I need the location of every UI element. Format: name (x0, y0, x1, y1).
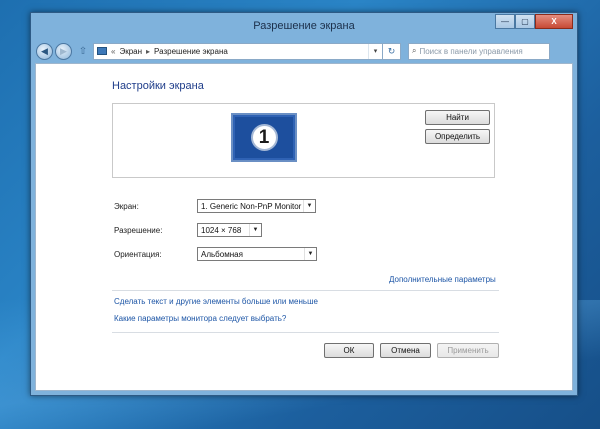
chevron-down-icon: ▼ (303, 200, 315, 212)
page-title: Настройки экрана (112, 80, 204, 92)
ok-button[interactable]: ОК (324, 343, 374, 358)
orientation-select[interactable]: Альбомная ▼ (197, 247, 317, 261)
divider (112, 332, 499, 333)
monitor-help-link[interactable]: Какие параметры монитора следует выбрать… (114, 314, 286, 323)
text-size-link[interactable]: Сделать текст и другие элементы больше и… (114, 297, 318, 306)
breadcrumb-overflow[interactable]: « (111, 47, 115, 56)
screen-resolution-window: Разрешение экрана — ▢ X ◀ ▶ ⇧ « Экран ▸ … (30, 12, 578, 396)
monitor-preview-panel: 1 Найти Определить (112, 103, 495, 178)
forward-button[interactable]: ▶ (55, 42, 72, 60)
breadcrumb-separator[interactable]: ▸ (146, 47, 150, 56)
search-icon: ⌕ (412, 46, 417, 55)
window-title: Разрешение экрана (253, 20, 355, 32)
chevron-down-icon: ▼ (304, 248, 316, 260)
display-value: 1. Generic Non-PnP Monitor (201, 201, 302, 211)
back-button[interactable]: ◀ (36, 42, 53, 60)
search-input[interactable]: ⌕ Поиск в панели управления (408, 42, 550, 60)
orientation-label: Ориентация: (114, 250, 162, 259)
content-area: Настройки экрана 1 Найти Определить Экра… (35, 63, 573, 391)
maximize-button[interactable]: ▢ (515, 14, 535, 29)
close-button[interactable]: X (535, 14, 573, 29)
resolution-value: 1024 × 768 (201, 225, 242, 235)
divider (112, 290, 499, 291)
identify-button[interactable]: Определить (425, 129, 490, 144)
breadcrumb-display[interactable]: Экран (119, 47, 142, 56)
address-bar[interactable]: « Экран ▸ Разрешение экрана ▾ (93, 42, 383, 60)
breadcrumb-screen-resolution[interactable]: Разрешение экрана (154, 47, 228, 56)
cancel-button[interactable]: Отмена (380, 343, 431, 358)
apply-button[interactable]: Применить (437, 343, 499, 358)
resolution-label: Разрешение: (114, 226, 163, 235)
monitor-1-icon[interactable]: 1 (231, 113, 297, 162)
address-dropdown[interactable]: ▾ (368, 43, 382, 59)
control-panel-icon (97, 47, 107, 55)
chevron-down-icon: ▼ (249, 224, 261, 236)
advanced-settings-link[interactable]: Дополнительные параметры (389, 275, 496, 284)
display-label: Экран: (114, 202, 139, 211)
window-controls: — ▢ X (495, 14, 573, 29)
find-button[interactable]: Найти (425, 110, 490, 125)
navigation-bar: ◀ ▶ ⇧ « Экран ▸ Разрешение экрана ▾ ↻ ⌕ … (36, 40, 572, 62)
title-bar[interactable]: Разрешение экрана — ▢ X (31, 13, 577, 39)
minimize-button[interactable]: — (495, 14, 515, 29)
refresh-button[interactable]: ↻ (383, 42, 401, 60)
up-button[interactable]: ⇧ (77, 46, 89, 57)
resolution-select[interactable]: 1024 × 768 ▼ (197, 223, 262, 237)
display-select[interactable]: 1. Generic Non-PnP Monitor ▼ (197, 199, 316, 213)
orientation-value: Альбомная (201, 249, 243, 259)
monitor-number: 1 (250, 124, 278, 151)
search-placeholder: Поиск в панели управления (419, 46, 523, 56)
